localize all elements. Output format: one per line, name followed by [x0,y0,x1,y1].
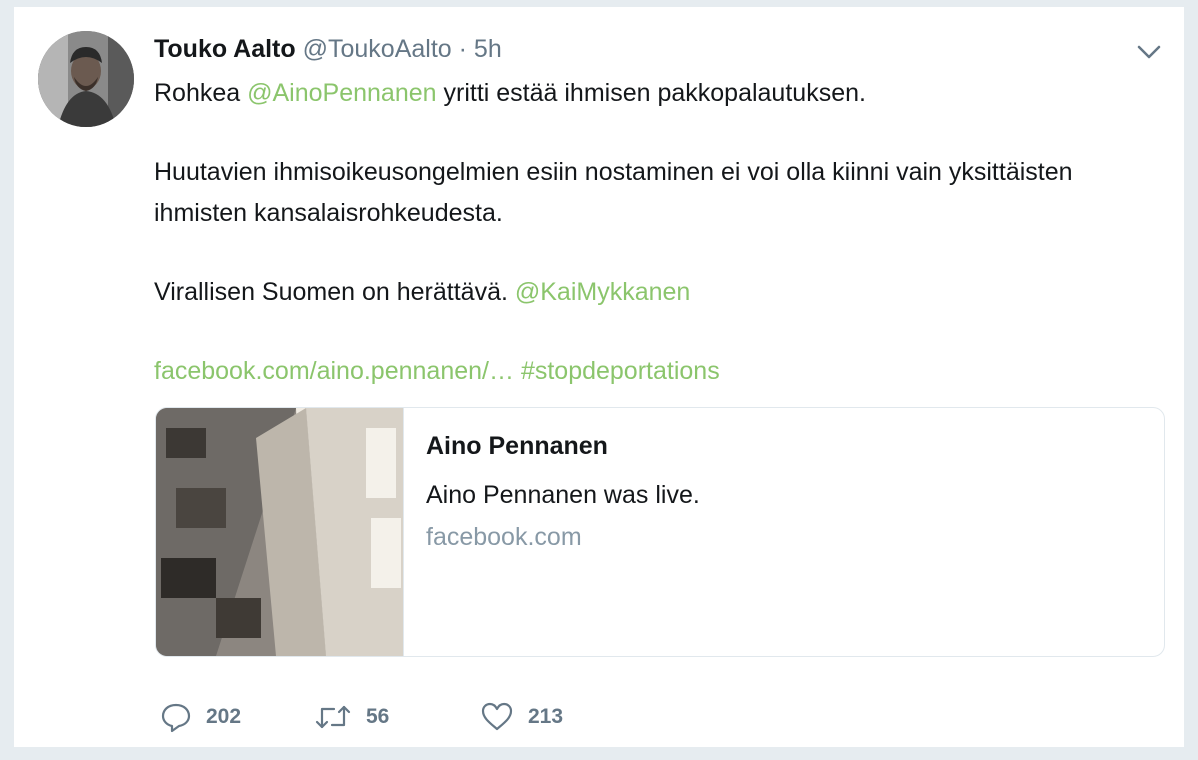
card-thumbnail-image [156,408,403,656]
card-description: Aino Pennanen was live. [426,481,700,509]
card-title: Aino Pennanen [426,432,608,460]
tweet-line-1: Rohkea @AinoPennanen yritti estää ihmise… [154,73,1154,114]
card-domain: facebook.com [426,523,582,551]
chevron-down-icon [1137,45,1161,59]
tweet-paragraph-2: Huutavien ihmisoikeusongelmien esiin nos… [154,158,1073,227]
tweet-links: facebook.com/aino.pennanen/… #stopdeport… [154,351,1154,392]
mention-link[interactable]: @KaiMykkanen [515,278,690,306]
avatar-image [38,31,134,127]
retweet-button[interactable]: 56 [314,697,389,737]
reply-count: 202 [206,705,242,728]
text-segment: Virallisen Suomen on herättävä. [154,278,515,306]
tweet-actions: 202 56 213 [160,697,760,737]
text-segment: yritti estää ihmisen pakkopalautuksen. [436,79,866,107]
tweet-text: Rohkea @AinoPennanen yritti estää ihmise… [154,73,1154,392]
reply-icon [161,703,191,733]
text-segment: Rohkea [154,79,248,107]
retweet-count: 56 [366,705,390,728]
tweet-timestamp[interactable]: 5h [474,35,502,63]
author-fullname[interactable]: Touko Aalto [154,35,296,63]
more-options-button[interactable] [1134,37,1164,67]
mention-link[interactable]: @AinoPennanen [247,79,436,107]
reply-button[interactable]: 202 [160,697,241,737]
heart-icon [481,702,513,731]
url-link[interactable]: facebook.com/aino.pennanen/… [154,357,514,385]
header-separator: · [458,35,467,63]
author-username[interactable]: @ToukoAalto [303,35,452,63]
like-button[interactable]: 213 [480,697,563,737]
tweet[interactable]: Touko Aalto @ToukoAalto · 5h Rohkea @Ain… [14,6,1184,748]
hashtag-link[interactable]: #stopdeportations [521,357,720,385]
tweet-line-3: Virallisen Suomen on herättävä. @KaiMykk… [154,272,1154,313]
retweet-icon [315,705,351,729]
card-thumbnail [156,408,404,656]
link-card[interactable]: Aino Pennanen Aino Pennanen was live. fa… [155,407,1165,657]
tweet-header: Touko Aalto @ToukoAalto · 5h [154,34,502,64]
avatar[interactable] [38,31,134,127]
like-count: 213 [528,705,564,728]
